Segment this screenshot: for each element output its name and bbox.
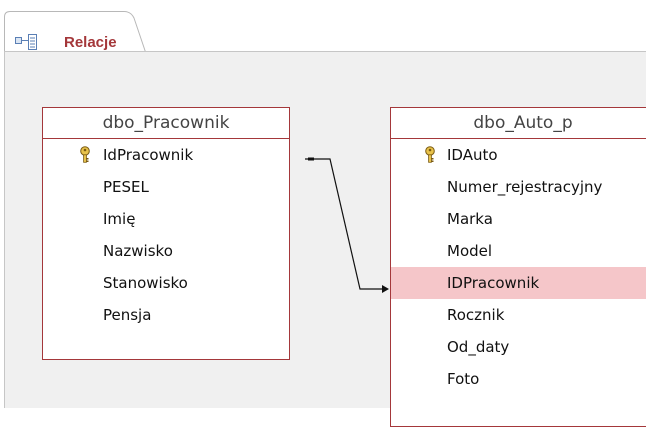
field-row[interactable]: Numer_rejestracyjny <box>391 171 646 203</box>
field-name: Marka <box>447 210 493 228</box>
field-row[interactable]: PESEL <box>43 171 289 203</box>
field-name: Rocznik <box>447 306 505 324</box>
field-name: Foto <box>447 370 480 388</box>
table-dbo-auto-p[interactable]: dbo_Auto_p IDAuto Numer_rejestracyjny Mark… <box>390 107 646 427</box>
document-tab-strip: Relacje <box>0 0 646 52</box>
field-list: IDAuto Numer_rejestracyjny Marka Model IDPra… <box>391 139 646 395</box>
tab-label: Relacje <box>64 34 117 51</box>
field-name: IdPracownik <box>103 146 194 164</box>
primary-key-icon <box>80 146 90 163</box>
relationships-icon <box>15 34 37 50</box>
field-name: IDPracownik <box>447 274 540 292</box>
field-name: PESEL <box>103 178 149 196</box>
field-row[interactable]: Foto <box>391 363 646 395</box>
field-row[interactable]: IDPracownik <box>391 267 646 299</box>
field-row[interactable]: Model <box>391 235 646 267</box>
field-name: Pensja <box>103 306 152 324</box>
field-name: Imię <box>103 210 136 228</box>
primary-key-icon <box>425 146 435 163</box>
field-row[interactable]: Rocznik <box>391 299 646 331</box>
field-list: IdPracownik PESEL Imię Nazwisko Stanowisko Pe… <box>43 139 289 331</box>
field-row[interactable]: Stanowisko <box>43 267 289 299</box>
field-name: Nazwisko <box>103 242 173 260</box>
tab-relacje[interactable]: Relacje <box>4 11 146 52</box>
field-row[interactable]: Imię <box>43 203 289 235</box>
field-row[interactable]: IdPracownik <box>43 139 289 171</box>
field-name: Model <box>447 242 493 260</box>
field-row[interactable]: Od_daty <box>391 331 646 363</box>
field-row[interactable]: Marka <box>391 203 646 235</box>
field-name: Numer_rejestracyjny <box>447 178 603 196</box>
field-row[interactable]: Pensja <box>43 299 289 331</box>
table-title[interactable]: dbo_Auto_p <box>391 108 646 139</box>
field-name: IDAuto <box>447 146 498 164</box>
table-title[interactable]: dbo_Pracownik <box>43 108 289 139</box>
field-row[interactable]: IDAuto <box>391 139 646 171</box>
field-name: Od_daty <box>447 338 510 356</box>
table-dbo-pracownik[interactable]: dbo_Pracownik IdPracownik PESEL Imię Nazwis… <box>42 107 290 360</box>
field-row[interactable]: Nazwisko <box>43 235 289 267</box>
field-name: Stanowisko <box>103 274 188 292</box>
